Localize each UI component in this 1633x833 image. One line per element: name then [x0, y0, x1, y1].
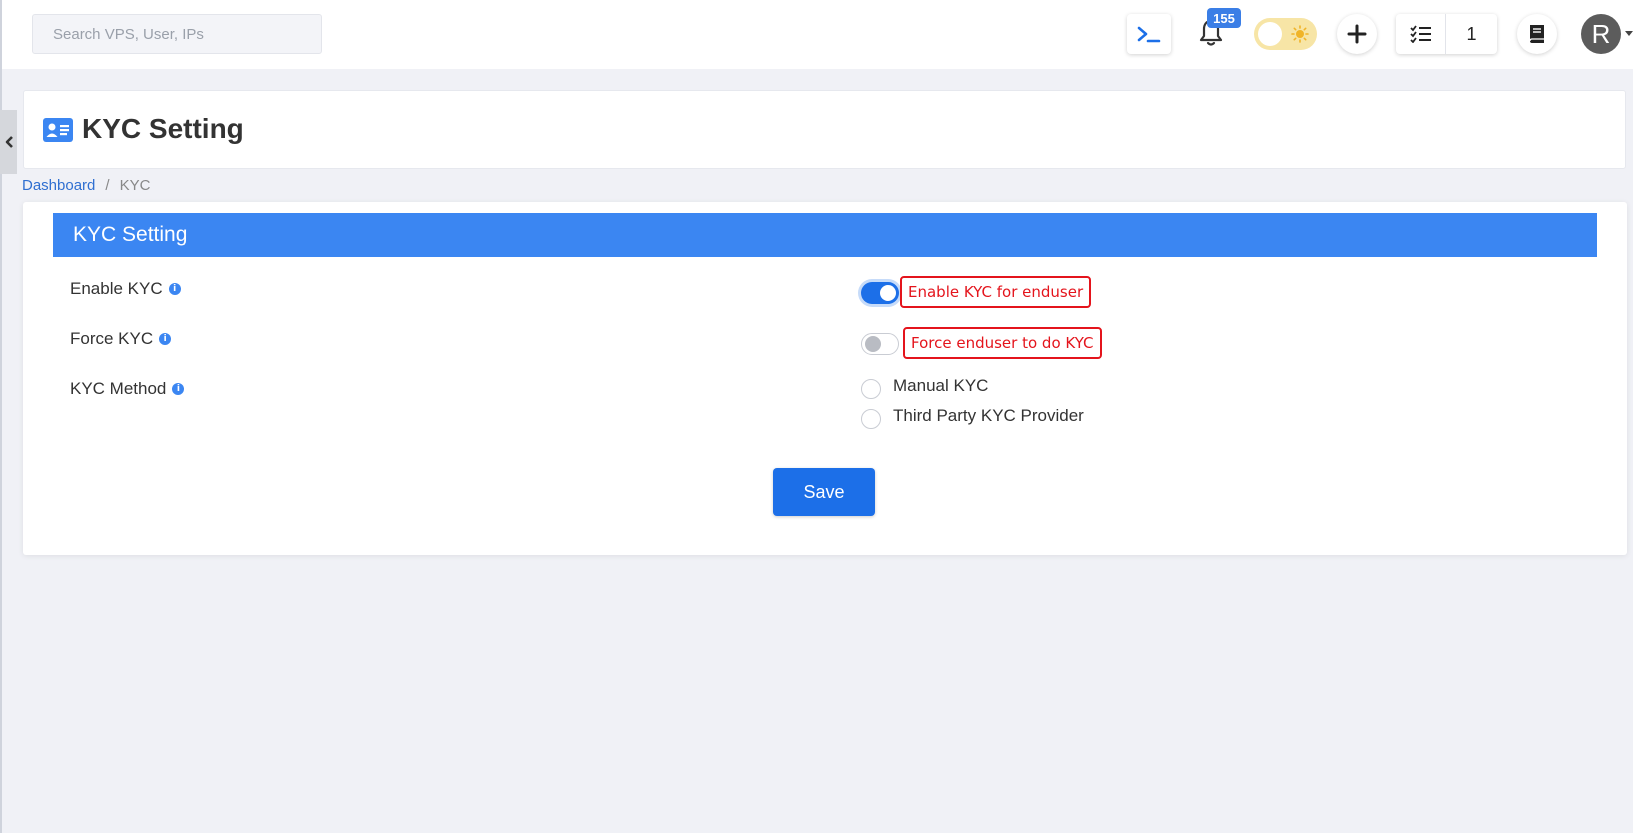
card-title: KYC Setting — [53, 213, 1597, 257]
kyc-method-label: KYC Method i — [70, 379, 185, 399]
user-avatar[interactable]: R — [1581, 14, 1621, 54]
info-icon[interactable]: i — [159, 333, 172, 345]
theme-toggle-knob — [1258, 22, 1282, 46]
radio-manual-kyc[interactable]: Manual KYC — [861, 373, 988, 399]
enable-kyc-annotation: Enable KYC for enduser — [900, 276, 1092, 308]
plus-icon — [1347, 24, 1367, 44]
enable-kyc-label: Enable KYC i — [70, 279, 181, 299]
breadcrumb-current: KYC — [119, 177, 151, 194]
breadcrumb-dashboard[interactable]: Dashboard — [22, 177, 95, 194]
save-button[interactable]: Save — [773, 468, 875, 516]
search-input[interactable] — [32, 14, 322, 54]
docs-button[interactable] — [1517, 14, 1557, 54]
breadcrumb: Dashboard / KYC — [22, 177, 150, 194]
force-kyc-label-text: Force KYC — [70, 329, 154, 348]
book-icon — [1529, 25, 1544, 43]
page-header: KYC Setting — [23, 90, 1626, 169]
tasks-button[interactable]: 1 — [1396, 14, 1497, 54]
top-bar: 155 — [2, 0, 1633, 69]
toggle-knob — [865, 336, 881, 352]
force-kyc-label: Force KYC i — [70, 329, 172, 349]
toggle-knob — [880, 285, 896, 301]
kyc-method-label-text: KYC Method — [70, 379, 167, 398]
info-icon[interactable]: i — [168, 283, 181, 295]
theme-toggle[interactable] — [1254, 18, 1317, 50]
enable-kyc-toggle[interactable] — [861, 282, 899, 304]
sidebar-toggle[interactable] — [0, 110, 17, 174]
force-kyc-annotation: Force enduser to do KYC — [903, 327, 1102, 359]
id-card-icon — [43, 118, 73, 142]
task-list-icon — [1409, 25, 1431, 43]
chevron-down-icon[interactable] — [1625, 31, 1633, 36]
task-count: 1 — [1466, 23, 1477, 44]
add-button[interactable] — [1337, 14, 1377, 54]
breadcrumb-separator: / — [105, 177, 110, 194]
page-title: KYC Setting — [82, 113, 244, 144]
tasks-icon-wrap — [1396, 14, 1446, 54]
radio-third-party-kyc-label: Third Party KYC Provider — [893, 406, 1084, 425]
notification-count-badge: 155 — [1207, 8, 1241, 28]
info-icon[interactable]: i — [172, 383, 185, 395]
terminal-icon — [1137, 26, 1161, 43]
enable-kyc-label-text: Enable KYC — [70, 279, 163, 298]
radio-button[interactable] — [861, 409, 881, 429]
radio-button[interactable] — [861, 379, 881, 399]
force-kyc-toggle[interactable] — [861, 333, 899, 355]
radio-third-party-kyc[interactable]: Third Party KYC Provider — [861, 403, 1084, 429]
sun-icon — [1291, 25, 1309, 43]
chevron-left-icon — [5, 136, 13, 148]
kyc-settings-card: KYC Setting Enable KYC i Enable KYC for … — [23, 202, 1627, 555]
terminal-button[interactable] — [1127, 14, 1171, 54]
radio-manual-kyc-label: Manual KYC — [893, 376, 989, 395]
